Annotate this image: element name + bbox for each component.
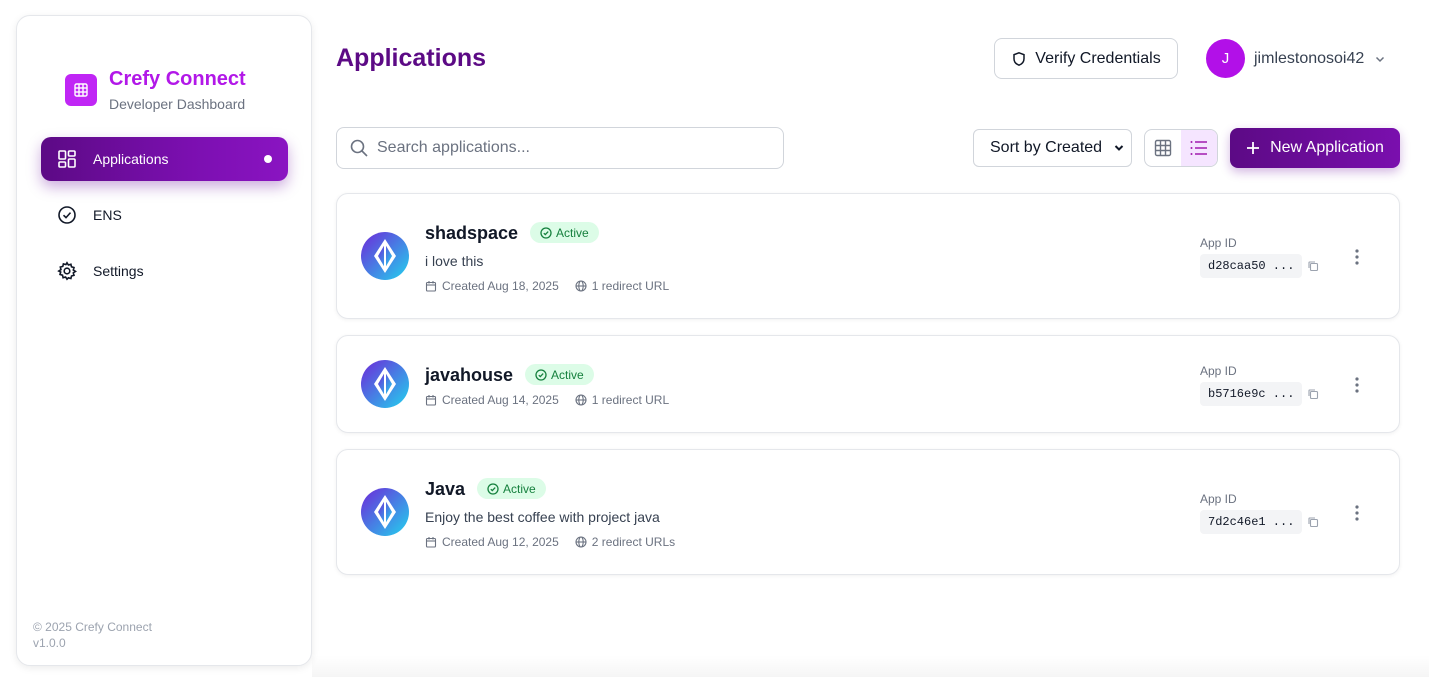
verify-credentials-button[interactable]: Verify Credentials xyxy=(994,38,1178,79)
sidebar: Crefy Connect Developer Dashboard Applic… xyxy=(16,15,312,666)
version-text: v1.0.0 xyxy=(33,636,66,650)
new-application-label: New Application xyxy=(1270,139,1384,156)
check-circle-icon xyxy=(535,368,547,381)
sidebar-item-label: Settings xyxy=(93,263,144,279)
sidebar-item-label: ENS xyxy=(93,207,122,223)
copy-icon[interactable] xyxy=(1307,516,1319,528)
created-date: Created Aug 18, 2025 xyxy=(425,279,559,293)
app-id-label: App ID xyxy=(1200,492,1237,506)
copy-icon[interactable] xyxy=(1307,260,1319,272)
sort-select[interactable]: Sort by Created xyxy=(973,129,1132,167)
calendar-icon xyxy=(425,394,437,406)
brand-name: Crefy Connect xyxy=(109,68,246,90)
ens-logo-icon xyxy=(361,488,409,536)
sidebar-nav: Applications ENS Settings xyxy=(41,137,288,305)
created-text: Created Aug 18, 2025 xyxy=(442,279,559,293)
copyright-text: © 2025 Crefy Connect xyxy=(33,620,152,634)
view-toggle xyxy=(1144,129,1218,167)
brand[interactable]: Crefy Connect Developer Dashboard xyxy=(65,68,246,112)
page-title: Applications xyxy=(336,44,487,72)
application-card[interactable]: shadspace Active i love this Created Aug… xyxy=(336,193,1400,319)
bottom-shadow xyxy=(312,655,1429,677)
check-circle-icon xyxy=(57,205,77,225)
chevron-down-icon xyxy=(1113,142,1125,154)
app-id-value: 7d2c46e1 ... xyxy=(1200,510,1303,534)
user-menu[interactable]: J jimlestonosoi42 xyxy=(1206,39,1386,78)
list-view-button[interactable] xyxy=(1181,130,1217,166)
app-name[interactable]: javahouse xyxy=(425,365,513,386)
status-badge: Active xyxy=(525,364,594,385)
status-label: Active xyxy=(556,225,589,240)
more-vertical-icon[interactable] xyxy=(1351,504,1363,522)
avatar: J xyxy=(1206,39,1245,78)
app-id-label: App ID xyxy=(1200,236,1237,250)
globe-icon xyxy=(575,280,587,292)
search-icon xyxy=(349,138,369,158)
grid-view-button[interactable] xyxy=(1145,130,1181,166)
app-name[interactable]: Java xyxy=(425,479,465,500)
sort-select-value: Sort by Created xyxy=(990,139,1103,156)
list-icon xyxy=(1190,141,1207,155)
created-text: Created Aug 14, 2025 xyxy=(442,393,559,407)
check-circle-icon xyxy=(540,226,552,239)
gear-icon xyxy=(57,261,77,281)
more-vertical-icon[interactable] xyxy=(1351,248,1363,266)
plus-icon xyxy=(1246,141,1260,155)
search-input[interactable] xyxy=(377,139,757,157)
app-id-value: d28caa50 ... xyxy=(1200,254,1303,278)
check-circle-icon xyxy=(487,482,499,495)
created-text: Created Aug 12, 2025 xyxy=(442,535,559,549)
app-meta: Created Aug 12, 2025 2 redirect URLs xyxy=(425,535,691,549)
new-application-button[interactable]: New Application xyxy=(1230,128,1400,168)
grid-icon xyxy=(1154,139,1172,157)
app-id-label: App ID xyxy=(1200,364,1237,378)
active-indicator xyxy=(264,155,272,163)
redirect-count: 1 redirect URL xyxy=(575,279,669,293)
status-label: Active xyxy=(503,481,536,496)
more-vertical-icon[interactable] xyxy=(1351,376,1363,394)
application-card[interactable]: javahouse Active Created Aug 14, 2025 1 … xyxy=(336,335,1400,433)
search-box xyxy=(336,127,784,169)
app-meta: Created Aug 18, 2025 1 redirect URL xyxy=(425,279,685,293)
sidebar-footer: © 2025 Crefy Connect v1.0.0 xyxy=(33,619,152,651)
redirect-count: 1 redirect URL xyxy=(575,393,669,407)
sidebar-item-ens[interactable]: ENS xyxy=(41,193,288,237)
app-description: Enjoy the best coffee with project java xyxy=(425,509,660,525)
verify-credentials-label: Verify Credentials xyxy=(1035,49,1161,67)
status-badge: Active xyxy=(477,478,546,499)
app-name[interactable]: shadspace xyxy=(425,223,518,244)
sidebar-item-label: Applications xyxy=(93,151,169,167)
status-label: Active xyxy=(551,367,584,382)
redirect-text: 1 redirect URL xyxy=(591,393,670,407)
ens-logo-icon xyxy=(361,232,409,280)
globe-icon xyxy=(575,536,587,548)
created-date: Created Aug 14, 2025 xyxy=(425,393,559,407)
shield-icon xyxy=(1011,51,1027,67)
created-date: Created Aug 12, 2025 xyxy=(425,535,559,549)
app-meta: Created Aug 14, 2025 1 redirect URL xyxy=(425,393,685,407)
app-description: i love this xyxy=(425,253,484,269)
brand-grid-icon xyxy=(65,74,97,106)
copy-icon[interactable] xyxy=(1307,388,1319,400)
sidebar-item-applications[interactable]: Applications xyxy=(41,137,288,181)
status-badge: Active xyxy=(530,222,599,243)
application-card[interactable]: Java Active Enjoy the best coffee with p… xyxy=(336,449,1400,575)
chevron-down-icon xyxy=(1374,53,1386,65)
dashboard-icon xyxy=(57,149,77,169)
calendar-icon xyxy=(425,280,437,292)
sidebar-item-settings[interactable]: Settings xyxy=(41,249,288,293)
redirect-text: 1 redirect URL xyxy=(591,279,670,293)
app-id-value: b5716e9c ... xyxy=(1200,382,1303,406)
redirect-count: 2 redirect URLs xyxy=(575,535,675,549)
redirect-text: 2 redirect URLs xyxy=(591,535,676,549)
username: jimlestonosoi42 xyxy=(1254,49,1365,67)
globe-icon xyxy=(575,394,587,406)
brand-subtitle: Developer Dashboard xyxy=(109,96,246,112)
ens-logo-icon xyxy=(361,360,409,408)
calendar-icon xyxy=(425,536,437,548)
